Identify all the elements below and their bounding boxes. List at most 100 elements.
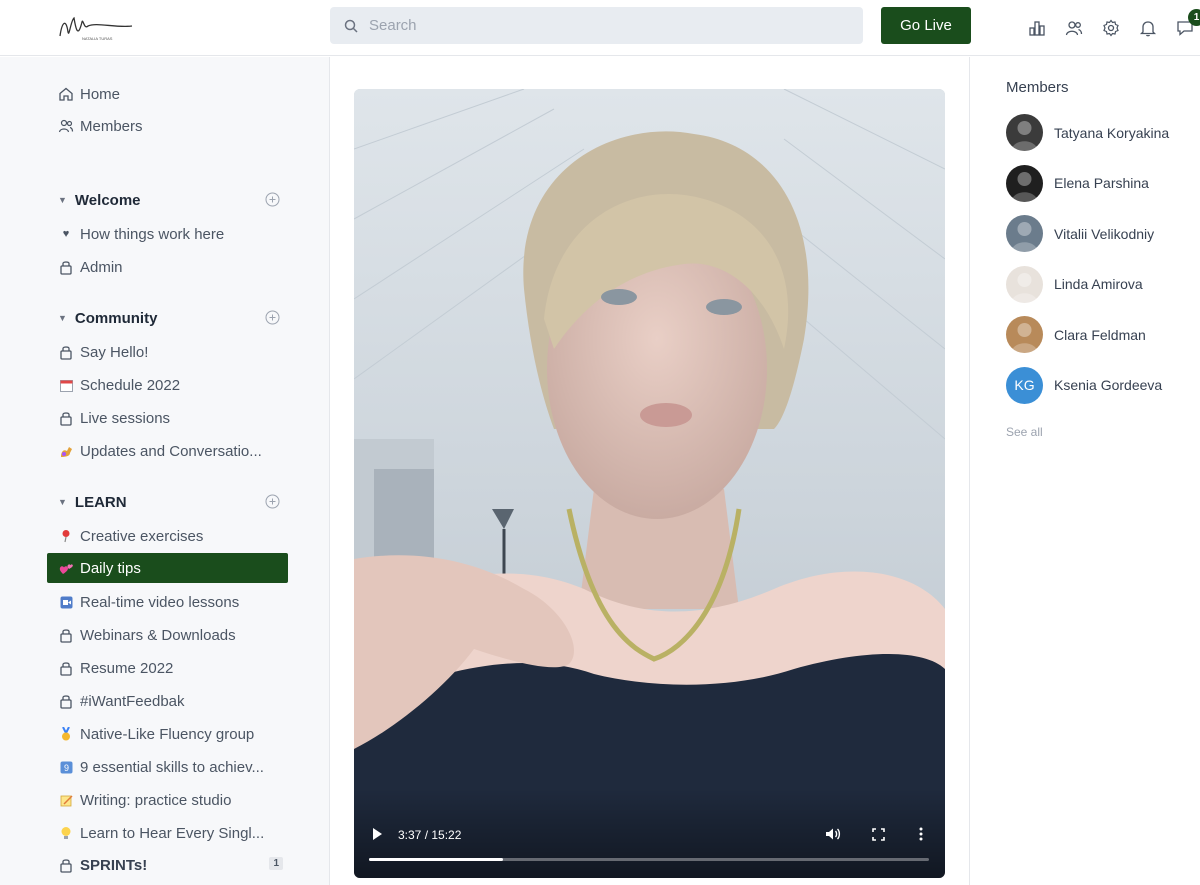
avatar[interactable] bbox=[1006, 164, 1043, 202]
sidebar-item-how-things-work[interactable]: ♥ How things work here bbox=[58, 222, 288, 246]
fullscreen-icon[interactable] bbox=[870, 826, 886, 842]
home-icon bbox=[58, 86, 74, 102]
sidebar-item-say-hello[interactable]: Say Hello! bbox=[58, 340, 288, 364]
sidebar-item-resume-2022[interactable]: Resume 2022 bbox=[58, 656, 288, 680]
member-name[interactable]: Vitalii Velikodniy bbox=[1054, 226, 1154, 242]
sidebar-item-label: SPRINTs! bbox=[80, 856, 148, 874]
unread-count-badge: 1 bbox=[269, 857, 283, 870]
avatar[interactable] bbox=[1006, 114, 1043, 151]
sidebar-item-learn-to-hear[interactable]: Learn to Hear Every Singl... bbox=[58, 821, 288, 845]
sidebar-item-label: Members bbox=[80, 117, 143, 135]
sidebar-item-schedule-2022[interactable]: Schedule 2022 bbox=[58, 373, 288, 397]
search-box[interactable] bbox=[330, 7, 863, 44]
member-row[interactable]: Tatyana Koryakina bbox=[1006, 114, 1196, 151]
member-name[interactable]: Clara Feldman bbox=[1054, 327, 1146, 343]
sidebar: Home Members ▼ Welcome ♥ How things work… bbox=[0, 57, 330, 885]
member-name[interactable]: Tatyana Koryakina bbox=[1054, 125, 1169, 141]
sidebar-item-daily-tips[interactable]: Daily tips bbox=[47, 553, 288, 583]
sidebar-item-sprints[interactable]: SPRINTs! 1 bbox=[58, 853, 288, 877]
sidebar-item-real-time-video[interactable]: Real-time video lessons bbox=[58, 590, 288, 614]
video-controls: 3:37 / 15:22 bbox=[354, 788, 945, 878]
sidebar-item-label: Updates and Conversatio... bbox=[80, 442, 262, 460]
sidebar-item-webinars[interactable]: Webinars & Downloads bbox=[58, 623, 288, 647]
see-all-link[interactable]: See all bbox=[1006, 425, 1043, 439]
logo[interactable]: NATALIA TURAS bbox=[56, 8, 136, 46]
add-circle-icon[interactable] bbox=[265, 494, 280, 513]
volume-icon[interactable] bbox=[825, 826, 841, 842]
collapse-triangle-icon[interactable]: ▼ bbox=[58, 497, 67, 507]
sidebar-item-label: Resume 2022 bbox=[80, 659, 174, 677]
sidebar-item-home[interactable]: Home bbox=[58, 82, 288, 106]
sidebar-item-label: Say Hello! bbox=[80, 343, 149, 361]
section-title: LEARN bbox=[74, 493, 127, 511]
messages-icon[interactable]: 1 bbox=[1166, 9, 1200, 39]
avatar[interactable] bbox=[1006, 215, 1043, 252]
video-time: 3:37 / 15:22 bbox=[398, 828, 462, 842]
film-icon bbox=[58, 594, 74, 610]
sidebar-item-label: Creative exercises bbox=[80, 527, 204, 545]
members-panel-title: Members bbox=[1006, 79, 1069, 96]
sidebar-item-label: Admin bbox=[80, 258, 123, 276]
section-community[interactable]: ▼ Community bbox=[58, 306, 284, 330]
collapse-triangle-icon[interactable]: ▼ bbox=[58, 313, 67, 323]
member-row[interactable]: Clara Feldman bbox=[1006, 316, 1196, 353]
member-name[interactable]: Ksenia Gordeeva bbox=[1054, 377, 1162, 393]
lock-icon bbox=[58, 660, 74, 676]
calendar-icon bbox=[58, 377, 74, 393]
main-content: 3:37 / 15:22 bbox=[331, 57, 968, 885]
lock-icon bbox=[58, 259, 74, 275]
sidebar-item-native-like[interactable]: Native-Like Fluency group bbox=[58, 722, 288, 746]
sidebar-item-live-sessions[interactable]: Live sessions bbox=[58, 406, 288, 430]
sidebar-item-admin[interactable]: Admin bbox=[58, 255, 288, 279]
sidebar-item-label: Learn to Hear Every Singl... bbox=[80, 824, 265, 842]
leaderboard-icon[interactable] bbox=[1018, 17, 1055, 39]
video-frame bbox=[354, 89, 945, 878]
lock-icon bbox=[58, 410, 74, 426]
video-progress-bar[interactable] bbox=[369, 858, 929, 861]
member-row[interactable]: Linda Amirova bbox=[1006, 265, 1196, 303]
sidebar-item-members[interactable]: Members bbox=[58, 114, 288, 138]
bell-icon[interactable] bbox=[1129, 17, 1166, 39]
member-name[interactable]: Elena Parshina bbox=[1054, 175, 1149, 191]
sidebar-item-label: Daily tips bbox=[80, 559, 141, 577]
sidebar-item-label: Webinars & Downloads bbox=[80, 626, 236, 644]
members-icon[interactable] bbox=[1055, 17, 1092, 39]
section-title: Community bbox=[74, 309, 158, 327]
member-name[interactable]: Linda Amirova bbox=[1054, 276, 1143, 292]
video-player[interactable]: 3:37 / 15:22 bbox=[354, 89, 945, 878]
section-learn[interactable]: ▼ LEARN bbox=[58, 490, 284, 514]
settings-icon[interactable] bbox=[1092, 17, 1129, 39]
sidebar-item-updates[interactable]: Updates and Conversatio... bbox=[58, 439, 288, 463]
member-row[interactable]: Elena Parshina bbox=[1006, 164, 1196, 202]
add-circle-icon[interactable] bbox=[265, 192, 280, 211]
users-icon bbox=[58, 118, 74, 134]
avatar[interactable] bbox=[1006, 265, 1043, 303]
section-title: Welcome bbox=[74, 191, 141, 209]
sidebar-item-label: How things work here bbox=[80, 225, 225, 243]
sidebar-item-9-essential-skills[interactable]: 9 9 essential skills to achiev... bbox=[58, 755, 288, 779]
messages-badge: 1 bbox=[1188, 9, 1200, 26]
member-row[interactable]: KG Ksenia Gordeeva bbox=[1006, 366, 1196, 404]
section-welcome[interactable]: ▼ Welcome bbox=[58, 188, 284, 212]
sidebar-item-label: Schedule 2022 bbox=[80, 376, 181, 394]
search-input[interactable] bbox=[369, 17, 829, 34]
members-panel: Members Tatyana Koryakina Elena Parshina V… bbox=[969, 57, 1200, 885]
collapse-triangle-icon[interactable]: ▼ bbox=[58, 195, 67, 205]
add-circle-icon[interactable] bbox=[265, 310, 280, 329]
avatar[interactable]: KG bbox=[1006, 366, 1043, 404]
flex-icon bbox=[58, 443, 74, 459]
svg-text:NATALIA TURAS: NATALIA TURAS bbox=[82, 36, 113, 41]
sidebar-item-label: Writing: practice studio bbox=[80, 791, 232, 809]
member-row[interactable]: Vitalii Velikodniy bbox=[1006, 215, 1196, 252]
sidebar-item-creative-exercises[interactable]: Creative exercises bbox=[58, 524, 288, 548]
sidebar-item-label: #iWantFeedbak bbox=[80, 692, 185, 710]
more-options-icon[interactable] bbox=[913, 826, 929, 842]
sidebar-item-label: Real-time video lessons bbox=[80, 593, 240, 611]
sidebar-item-iwantfeedbak[interactable]: #iWantFeedbak bbox=[58, 689, 288, 713]
medal-icon bbox=[58, 726, 74, 742]
avatar[interactable] bbox=[1006, 316, 1043, 353]
sidebar-item-label: Home bbox=[80, 85, 121, 103]
go-live-button[interactable]: Go Live bbox=[881, 7, 971, 44]
play-icon[interactable] bbox=[369, 826, 385, 842]
sidebar-item-writing-studio[interactable]: Writing: practice studio bbox=[58, 788, 288, 812]
